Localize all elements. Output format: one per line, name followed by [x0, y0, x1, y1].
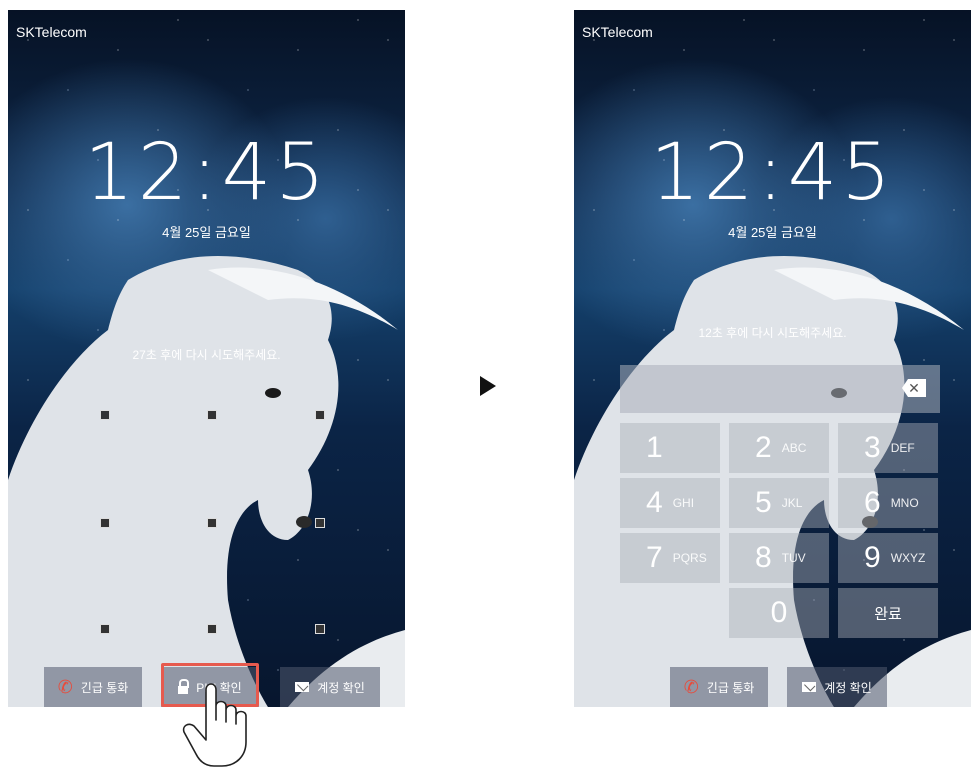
date-label: 4월 25일 금요일 [728, 225, 817, 240]
key-9[interactable]: 9 WXYZ [838, 533, 938, 583]
key-1[interactable]: 1 [620, 423, 720, 473]
key-letters: GHI [672, 496, 695, 510]
lockscreen-pin: SKTelecom 12:45 4월 25일 금요일 12초 후에 다시 시도해… [574, 10, 971, 707]
key-digit: 6 [864, 486, 881, 519]
pattern-dot[interactable] [315, 518, 325, 528]
account-confirm-label: 계정 확인 [317, 680, 365, 695]
key-letters: PQRS [672, 551, 707, 565]
key-8[interactable]: 8 TUV [729, 533, 829, 583]
key-digit: 1 [646, 431, 663, 464]
carrier-label: SKTelecom [582, 24, 653, 40]
retry-message: 27초 후에 다시 시도해주세요. [132, 348, 281, 362]
emergency-call-label: 긴급 통화 [80, 680, 129, 695]
next-step-arrow-icon [480, 376, 496, 396]
key-letters: DEF [890, 441, 915, 455]
pattern-dot[interactable] [315, 410, 325, 420]
key-4[interactable]: 4 GHI [620, 478, 720, 528]
key-digit: 0 [770, 596, 788, 629]
key-digit: 3 [864, 431, 881, 464]
account-confirm-button[interactable]: 계정 확인 [787, 667, 887, 707]
key-digit: 2 [755, 431, 772, 464]
lockscreen-pattern: SKTelecom 12:45 4월 25일 금요일 27초 후에 다시 시도해… [8, 10, 405, 707]
key-digit: 4 [646, 486, 663, 519]
key-digit: 8 [755, 541, 772, 574]
key-letters: MNO [890, 496, 919, 510]
date-label: 4월 25일 금요일 [162, 225, 251, 240]
pattern-dot[interactable] [315, 624, 325, 634]
backspace-icon[interactable]: ✕ [902, 379, 926, 397]
pattern-dot[interactable] [207, 624, 217, 634]
emergency-call-button[interactable]: ✆ 긴급 통화 [44, 667, 142, 707]
done-button[interactable]: 완료 [838, 588, 938, 638]
key-digit: 5 [755, 486, 772, 519]
key-0[interactable]: 0 [729, 588, 829, 638]
key-digit: 9 [864, 541, 881, 574]
key-3[interactable]: 3 DEF [838, 423, 938, 473]
pattern-dot[interactable] [100, 410, 110, 420]
key-digit: 7 [646, 541, 663, 574]
phone-icon: ✆ [57, 676, 73, 697]
key-letters: JKL [781, 496, 803, 510]
key-2[interactable]: 2 ABC [729, 423, 829, 473]
mail-icon [295, 682, 310, 692]
mail-icon [802, 682, 817, 692]
horse-wallpaper [8, 256, 405, 707]
key-7[interactable]: 7 PQRS [620, 533, 720, 583]
phone-icon: ✆ [683, 676, 699, 697]
key-5[interactable]: 5 JKL [729, 478, 829, 528]
hand-pointer-icon [182, 683, 247, 767]
pattern-dot[interactable] [100, 518, 110, 528]
clock: 12:45 [84, 128, 329, 218]
account-confirm-button[interactable]: 계정 확인 [280, 667, 380, 707]
emergency-call-button[interactable]: ✆ 긴급 통화 [670, 667, 768, 707]
pattern-dot[interactable] [207, 410, 217, 420]
emergency-call-label: 긴급 통화 [706, 680, 755, 695]
key-6[interactable]: 6 MNO [838, 478, 938, 528]
key-letters: WXYZ [890, 551, 926, 565]
carrier-label: SKTelecom [16, 24, 87, 40]
done-label: 완료 [874, 605, 902, 623]
account-confirm-label: 계정 확인 [824, 680, 872, 695]
clock: 12:45 [650, 128, 895, 218]
pattern-dot[interactable] [100, 624, 110, 634]
retry-message: 12초 후에 다시 시도해주세요. [698, 326, 847, 340]
key-letters: ABC [781, 441, 807, 455]
pin-input[interactable]: ✕ [620, 365, 940, 413]
key-letters: TUV [781, 551, 806, 565]
pattern-dot[interactable] [207, 518, 217, 528]
